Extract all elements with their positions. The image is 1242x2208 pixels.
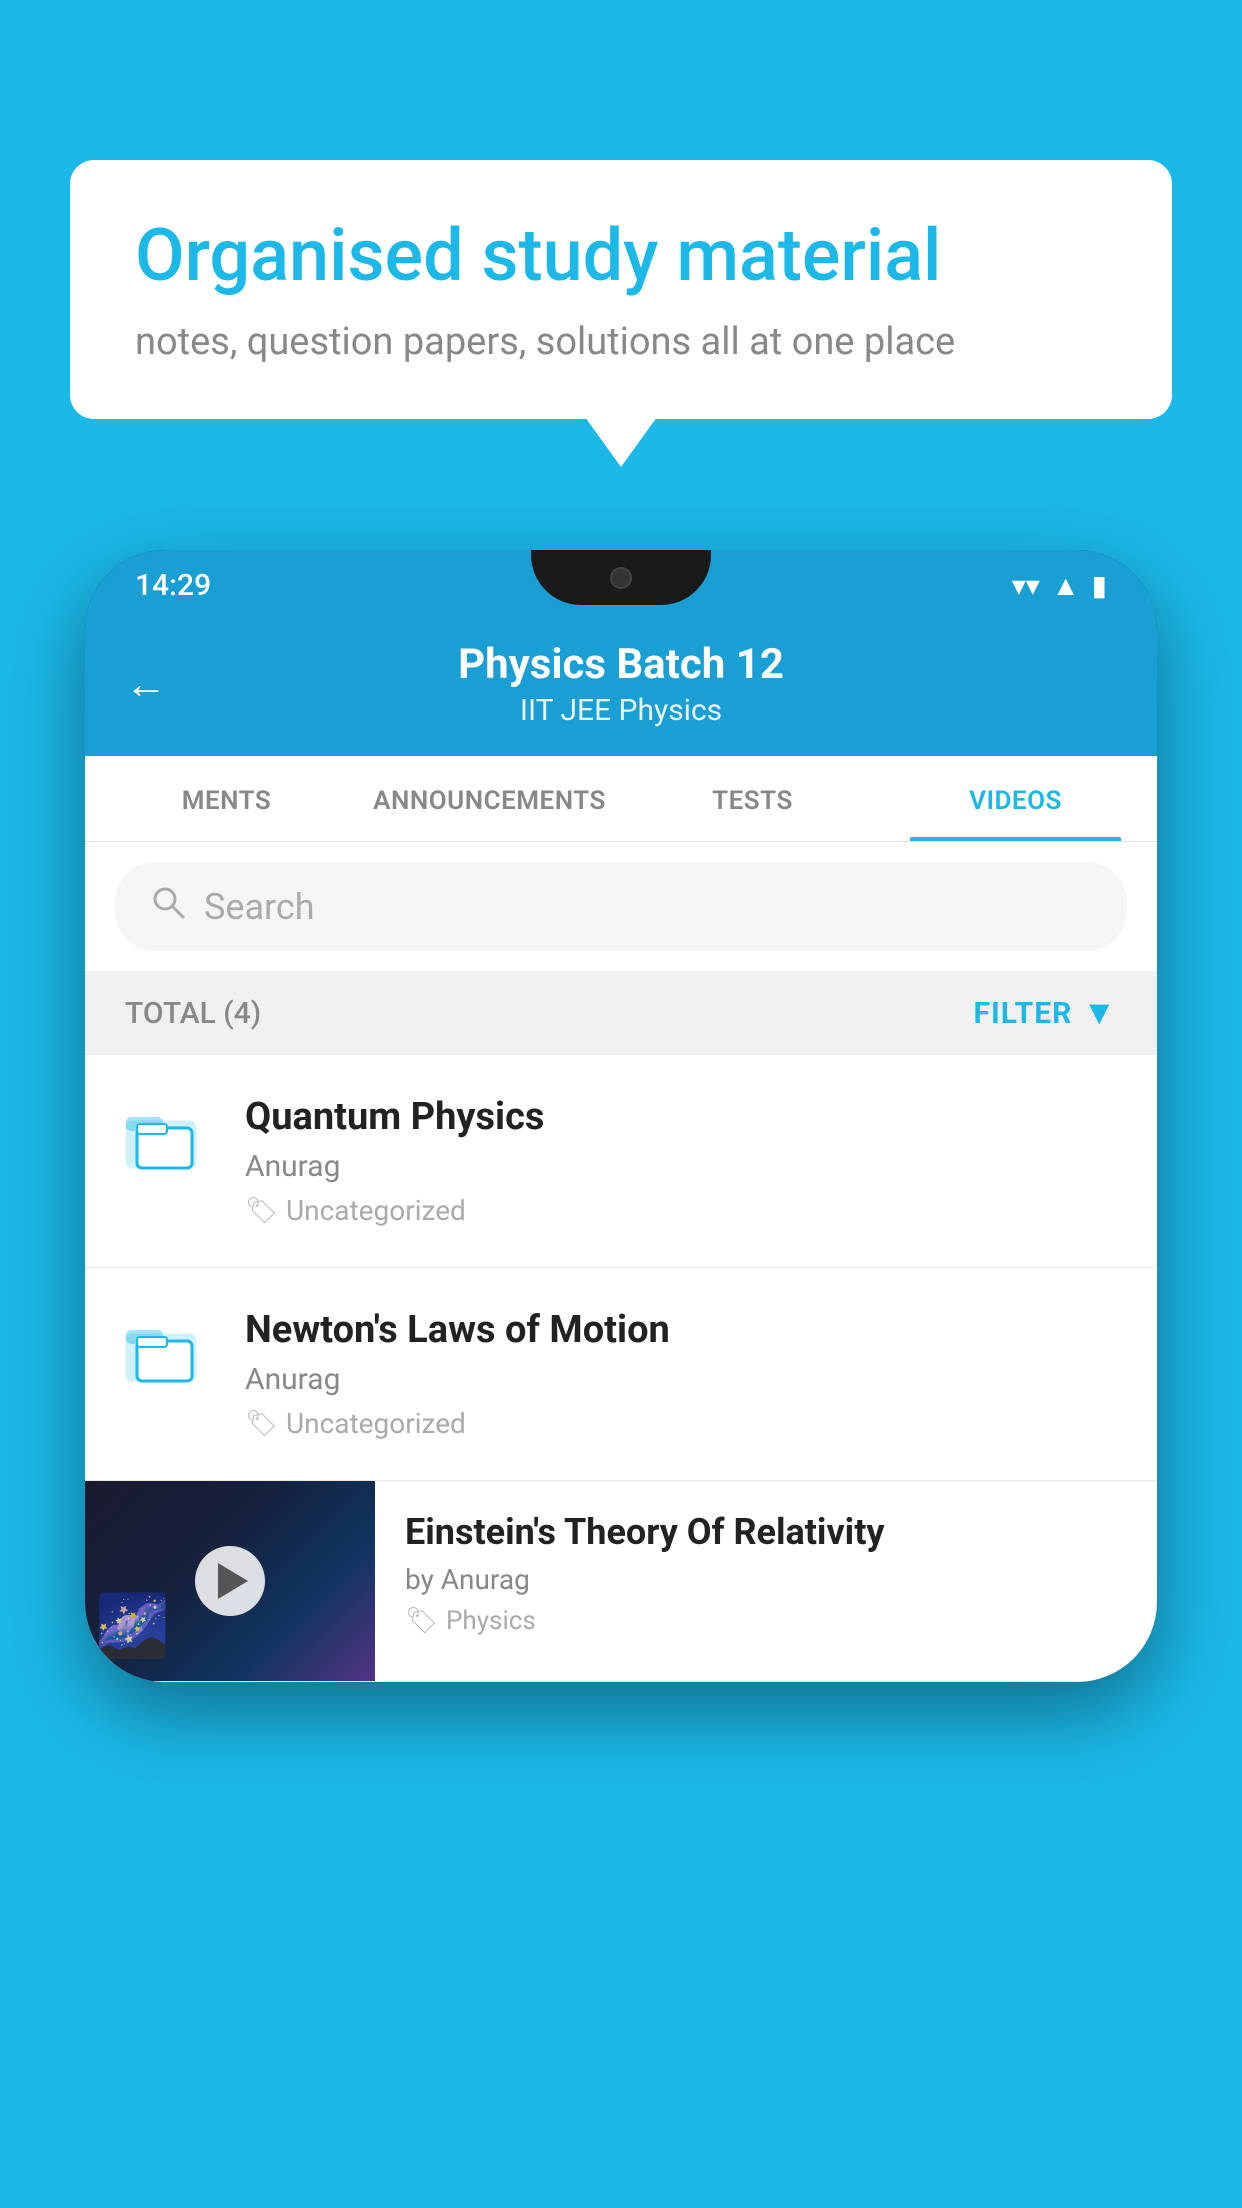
thumbnail-visual: 🌌 (95, 1590, 170, 1661)
filter-bar: TOTAL (4) FILTER ▼ (85, 971, 1157, 1055)
tag-icon: 🏷 (245, 1196, 278, 1226)
status-time: 14:29 (135, 568, 211, 603)
phone-mockup: 14:29 ▾▾ ▲ ▮ ← Physics Batch 12 IIT JEE … (85, 550, 1157, 1682)
item-tag: 🏷 Physics (405, 1606, 1127, 1636)
search-bar[interactable]: Search (115, 862, 1127, 951)
tab-announcements[interactable]: ANNOUNCEMENTS (358, 756, 621, 841)
content-list: Quantum Physics Anurag 🏷 Uncategorized (85, 1055, 1157, 1682)
phone-wrapper: 14:29 ▾▾ ▲ ▮ ← Physics Batch 12 IIT JEE … (85, 550, 1157, 2208)
filter-label: FILTER (974, 996, 1073, 1031)
signal-icon: ▲ (1052, 569, 1080, 602)
header-title: Physics Batch 12 (458, 640, 784, 689)
item-title: Newton's Laws of Motion (245, 1308, 1117, 1352)
tab-videos[interactable]: VIDEOS (884, 756, 1147, 841)
notch (531, 550, 711, 605)
item-tag: 🏷 Uncategorized (245, 1194, 1117, 1227)
folder-icon-quantum (125, 1095, 215, 1174)
filter-funnel-icon: ▼ (1082, 993, 1117, 1033)
tag-label: Physics (446, 1606, 536, 1636)
tabs-bar: MENTS ANNOUNCEMENTS TESTS VIDEOS (85, 756, 1157, 842)
battery-icon: ▮ (1092, 569, 1107, 602)
total-count: TOTAL (4) (125, 996, 261, 1031)
tag-icon: 🏷 (245, 1409, 278, 1439)
list-item[interactable]: Quantum Physics Anurag 🏷 Uncategorized (85, 1055, 1157, 1268)
back-button[interactable]: ← (125, 660, 167, 709)
status-icons: ▾▾ ▲ ▮ (1012, 569, 1107, 602)
tag-label: Uncategorized (286, 1194, 466, 1227)
search-placeholder: Search (204, 886, 315, 928)
tag-label: Uncategorized (286, 1407, 466, 1440)
item-details-newton: Newton's Laws of Motion Anurag 🏷 Uncateg… (245, 1308, 1117, 1440)
status-bar: 14:29 ▾▾ ▲ ▮ (85, 550, 1157, 620)
item-author: Anurag (245, 1149, 1117, 1184)
item-title: Quantum Physics (245, 1095, 1117, 1139)
tag-icon: 🏷 (405, 1606, 438, 1636)
item-author: Anurag (245, 1362, 1117, 1397)
subtext: notes, question papers, solutions all at… (135, 320, 1107, 364)
header-subtitle: IIT JEE Physics (458, 693, 784, 728)
folder-icon-newton (125, 1308, 215, 1387)
header-text-group: Physics Batch 12 IIT JEE Physics (458, 640, 784, 728)
headline: Organised study material (135, 215, 1107, 298)
list-item[interactable]: Newton's Laws of Motion Anurag 🏷 Uncateg… (85, 1268, 1157, 1481)
item-details-quantum: Quantum Physics Anurag 🏷 Uncategorized (245, 1095, 1117, 1227)
app-header: ← Physics Batch 12 IIT JEE Physics (85, 620, 1157, 756)
list-item-einstein[interactable]: 🌌 Einstein's Theory Of Relativity by Anu… (85, 1481, 1157, 1682)
search-icon (150, 884, 186, 929)
item-details-einstein: Einstein's Theory Of Relativity by Anura… (375, 1481, 1157, 1656)
speech-bubble: Organised study material notes, question… (70, 160, 1172, 419)
camera (610, 567, 632, 589)
item-tag: 🏷 Uncategorized (245, 1407, 1117, 1440)
tab-tests[interactable]: TESTS (621, 756, 884, 841)
play-button[interactable] (195, 1546, 265, 1616)
item-author: by Anurag (405, 1563, 1127, 1596)
play-icon (218, 1563, 248, 1599)
search-container: Search (85, 842, 1157, 971)
filter-button[interactable]: FILTER ▼ (974, 993, 1117, 1033)
wifi-icon: ▾▾ (1012, 569, 1040, 602)
video-thumbnail: 🌌 (85, 1481, 375, 1681)
speech-bubble-container: Organised study material notes, question… (70, 160, 1172, 419)
tab-ments[interactable]: MENTS (95, 756, 358, 841)
item-title: Einstein's Theory Of Relativity (405, 1511, 1127, 1553)
